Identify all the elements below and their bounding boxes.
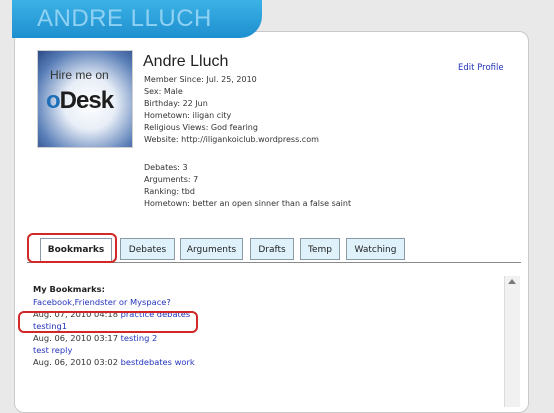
detail-birthday: Birthday: 22 Jun xyxy=(144,99,208,108)
profile-name: Andre Lluch xyxy=(143,53,229,70)
profile-stats: Debates: 3 Arguments: 7 Ranking: tbd Hom… xyxy=(144,162,351,210)
tab-arguments[interactable]: Arguments xyxy=(180,238,243,260)
bookmark-row-highlight xyxy=(18,311,198,333)
profile-details: Member Since: Jul. 25, 2010 Sex: Male Bi… xyxy=(144,74,319,146)
page-title: ANDRE LLUCH xyxy=(37,5,212,32)
tab-debates[interactable]: Debates xyxy=(120,238,175,260)
detail-website: Website: http://iligankoiclub.wordpress.… xyxy=(144,135,319,144)
list-item: test reply xyxy=(33,344,195,356)
list-item: Aug. 06, 2010 03:17 testing 2 xyxy=(33,332,195,344)
bookmark-link[interactable]: testing 2 xyxy=(121,333,158,343)
tab-drafts[interactable]: Drafts xyxy=(250,238,294,260)
bookmark-date: Aug. 06, 2010 03:17 xyxy=(33,333,118,343)
stat-debates: Debates: 3 xyxy=(144,163,188,172)
avatar: Hire me on oDesk xyxy=(37,50,133,148)
stat-ranking: Ranking: tbd xyxy=(144,187,195,196)
bookmark-date: Aug. 06, 2010 03:02 xyxy=(33,357,118,367)
stat-hometown: Hometown: better an open sinner than a f… xyxy=(144,199,352,208)
tab-watching[interactable]: Watching xyxy=(346,238,405,260)
scroll-up-arrow-icon[interactable] xyxy=(508,279,516,284)
list-item: Facebook,Friendster or Myspace? xyxy=(33,296,195,308)
bookmark-link[interactable]: bestdebates work xyxy=(121,357,195,367)
detail-sex: Sex: Male xyxy=(144,87,183,96)
detail-hometown: Hometown: iligan city xyxy=(144,111,232,120)
bookmark-link[interactable]: test reply xyxy=(33,345,72,355)
detail-member-since: Member Since: Jul. 25, 2010 xyxy=(144,75,257,84)
content-scrollbar[interactable] xyxy=(504,276,520,407)
bookmark-link[interactable]: Facebook,Friendster or Myspace? xyxy=(33,297,171,307)
edit-profile-link[interactable]: Edit Profile xyxy=(458,63,504,73)
tab-temp[interactable]: Temp xyxy=(300,238,340,260)
list-item: Aug. 06, 2010 03:02 bestdebates work xyxy=(33,356,195,368)
avatar-hire-text: Hire me on xyxy=(50,68,109,82)
detail-religious-views: Religious Views: God fearing xyxy=(144,123,258,132)
bookmarks-tab-highlight xyxy=(27,233,117,263)
stat-arguments: Arguments: 7 xyxy=(144,175,199,184)
odesk-logo: oDesk xyxy=(46,87,114,114)
bookmarks-heading: My Bookmarks: xyxy=(33,284,105,294)
